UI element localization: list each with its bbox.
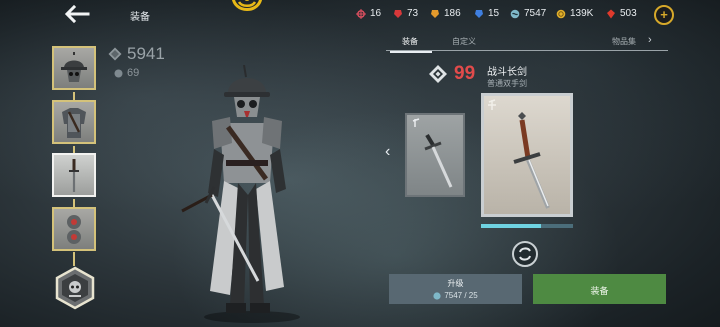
- item-rating-value: 99: [454, 63, 476, 84]
- resource-coin-value: 139K: [570, 8, 594, 19]
- sword-icon: [69, 159, 79, 192]
- equip-label: 装备: [590, 286, 609, 296]
- hex-ability-slot[interactable]: [53, 266, 97, 310]
- swap-icon: [519, 247, 531, 261]
- back-arrow-icon[interactable]: [62, 4, 90, 24]
- tab-equip[interactable]: 装备: [390, 36, 432, 53]
- upgrade-cost: 7547 / 25: [389, 291, 522, 300]
- weapon-card-prev[interactable]: [405, 113, 465, 197]
- slot-connector: [73, 199, 75, 207]
- power-diamond-icon: [108, 47, 122, 61]
- orange-gem-icon: [431, 9, 439, 18]
- item-progress-bar: [481, 224, 573, 228]
- tab-bar: 装备 自定义 物品集 ›: [386, 33, 668, 53]
- sub-power-value: 69: [127, 67, 140, 79]
- orb-small-icon: [114, 69, 123, 77]
- power-value: 5941: [127, 44, 165, 63]
- resource-red-gem-value: 73: [407, 8, 419, 19]
- slot-ranged[interactable]: [52, 207, 96, 251]
- character-model: [181, 65, 300, 323]
- resource-crosshair: 16: [356, 8, 381, 19]
- resource-orange-gem-value: 186: [444, 8, 461, 19]
- sub-power-stat: 69: [114, 67, 139, 79]
- orb-cost-icon: [433, 291, 441, 300]
- blue-gem-icon: [475, 9, 483, 18]
- resource-red-gem: 73: [393, 8, 418, 19]
- battle-longsword-icon: [488, 99, 550, 209]
- coin-icon: [556, 9, 566, 18]
- upgrade-label: 升级: [447, 279, 464, 288]
- upgrade-button[interactable]: 升级 7547 / 25: [389, 274, 522, 304]
- armor-icon: [62, 108, 86, 138]
- item-type: 普通双手剑: [487, 79, 527, 88]
- slot-connector: [73, 92, 75, 100]
- slot-weapon[interactable]: [52, 153, 96, 197]
- shuriken-icon: [67, 215, 81, 244]
- resource-ruby-value: 503: [620, 8, 637, 19]
- resource-orb: 7547: [510, 8, 546, 19]
- add-currency-button[interactable]: +: [654, 5, 674, 25]
- resource-crosshair-value: 16: [370, 8, 382, 19]
- rating-diamond-icon: [429, 65, 447, 83]
- resource-ruby: 503: [606, 8, 637, 19]
- ruby-icon: [607, 9, 615, 18]
- item-progress-fill: [481, 224, 541, 228]
- orb-icon: [510, 9, 520, 18]
- page-title: 装备: [130, 12, 150, 23]
- helmet-icon: [61, 52, 87, 82]
- slot-connector: [73, 252, 75, 266]
- swap-button[interactable]: [512, 241, 538, 267]
- slot-helmet[interactable]: [52, 46, 96, 90]
- tab-collection[interactable]: 物品集: [612, 36, 636, 47]
- resource-orange-gem: 186: [430, 8, 461, 19]
- resource-blue-gem-value: 15: [488, 8, 500, 19]
- chevron-right-icon[interactable]: ›: [648, 34, 652, 46]
- chevron-left-icon[interactable]: ‹: [385, 143, 390, 161]
- item-name: 战斗长剑: [487, 67, 527, 78]
- resource-blue-gem: 15: [474, 8, 499, 19]
- resource-orb-value: 7547: [524, 8, 547, 19]
- game-logo-icon: [232, 0, 262, 11]
- crosshair-icon: [356, 8, 366, 19]
- tab-custom[interactable]: 自定义: [452, 36, 476, 47]
- resource-coin: 139K: [556, 8, 593, 19]
- equip-button[interactable]: 装备: [533, 274, 666, 304]
- top-bar: 装备 16 73 186 15 7547 139K 503 +: [0, 0, 720, 30]
- weapon-card-selected[interactable]: [481, 93, 573, 217]
- power-stat: 5941: [108, 44, 165, 64]
- upgrade-cost-value: 7547 / 25: [444, 291, 478, 300]
- red-gem-icon: [394, 9, 402, 18]
- slot-armor[interactable]: [52, 100, 96, 144]
- item-rating: 99: [428, 63, 475, 85]
- sword-prev-icon: [412, 118, 453, 188]
